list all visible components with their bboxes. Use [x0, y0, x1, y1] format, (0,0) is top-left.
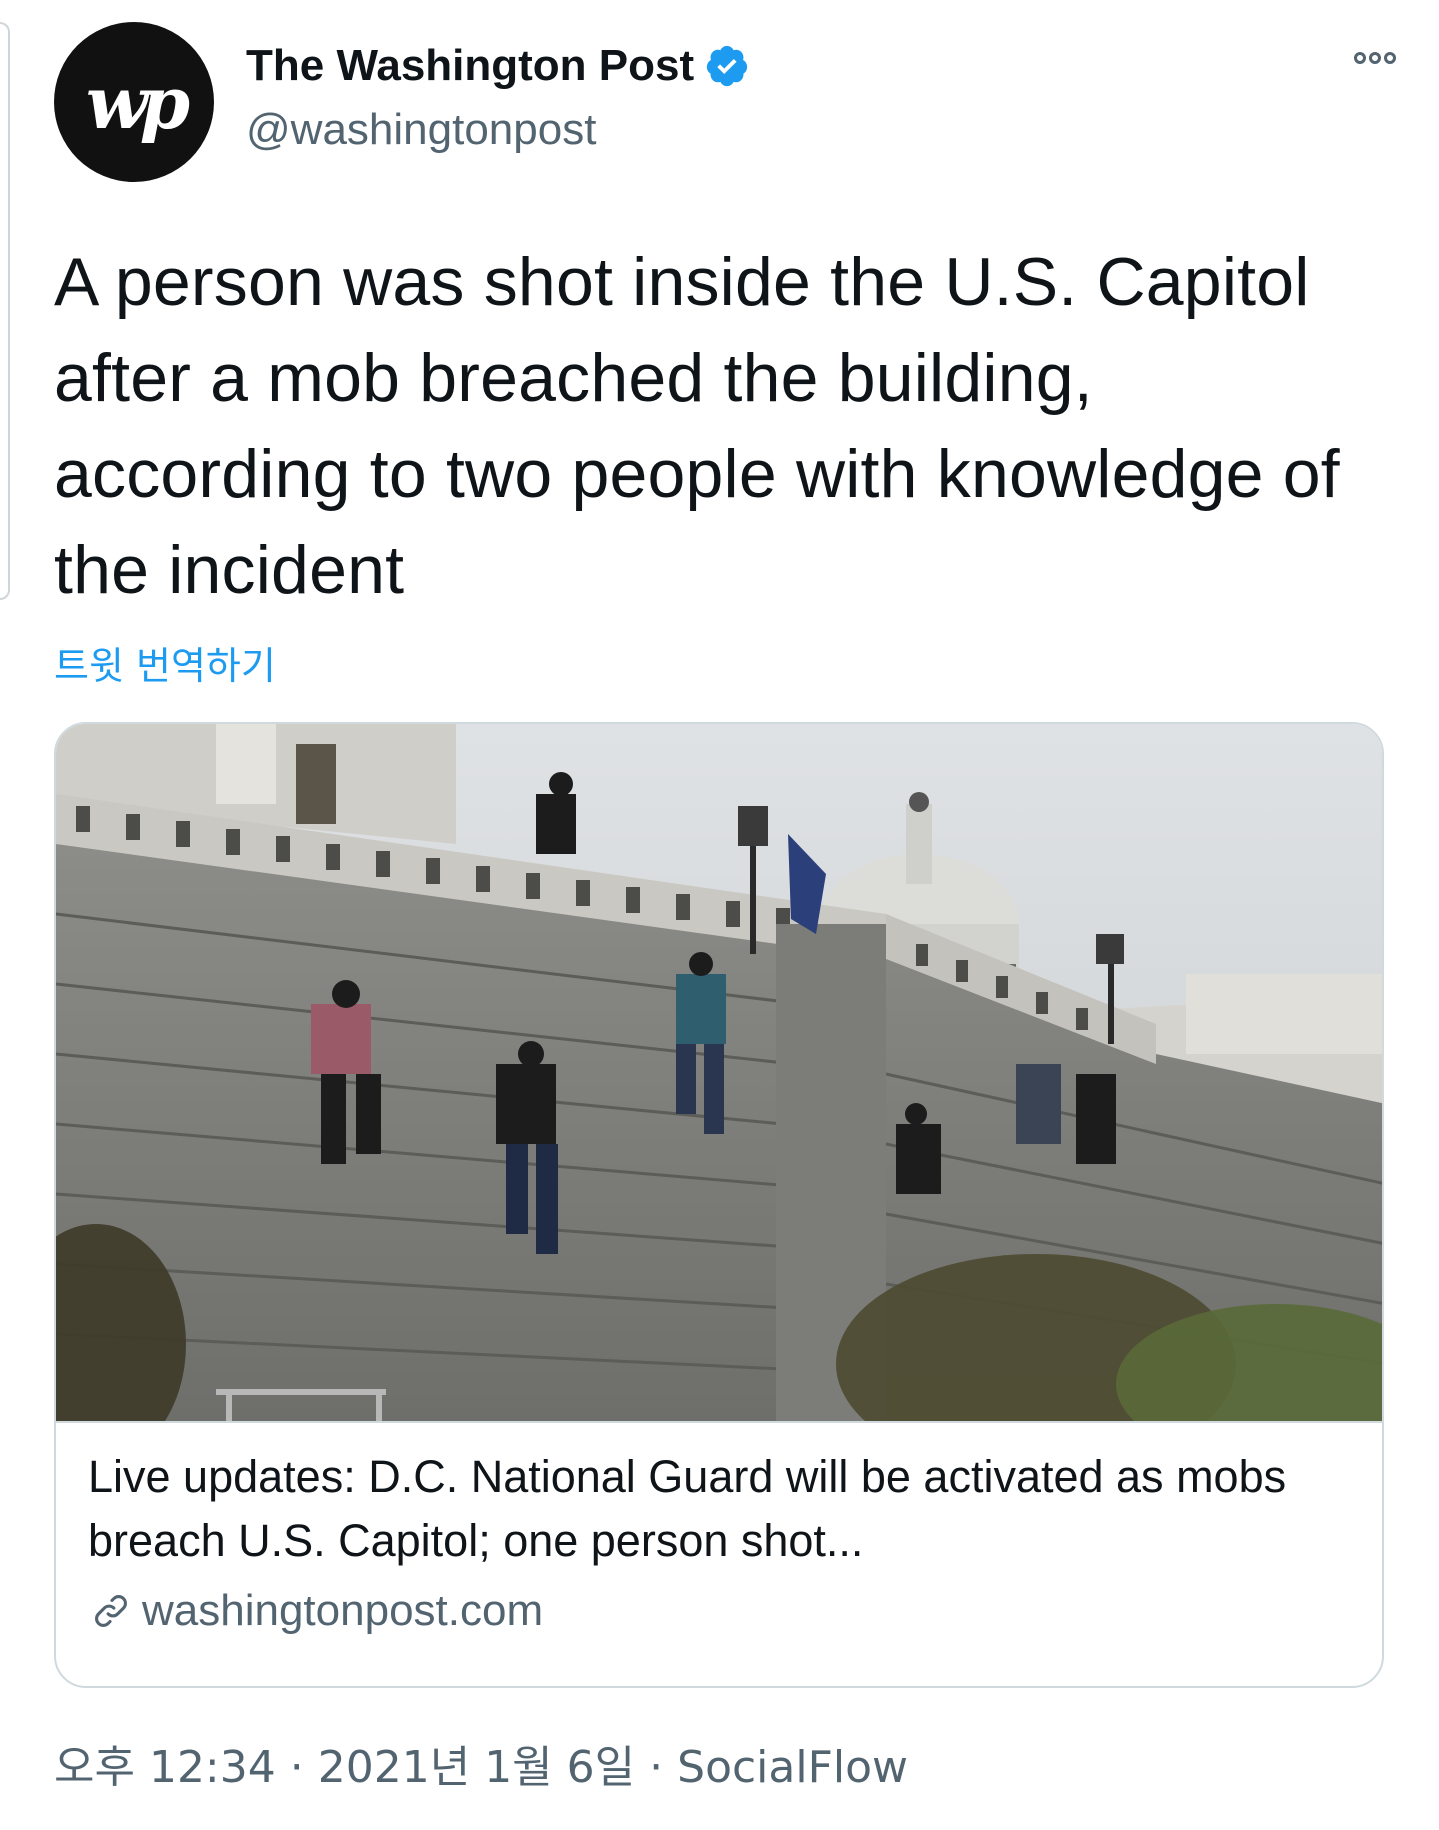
- avatar-logo: wp: [85, 59, 190, 145]
- author-info[interactable]: The Washington Post @washingtonpost: [246, 38, 750, 158]
- verified-badge-icon: [706, 45, 748, 87]
- link-card[interactable]: Live updates: D.C. National Guard will b…: [54, 722, 1384, 1688]
- more-dot: [1384, 52, 1396, 64]
- capitol-photo: [56, 724, 1382, 1421]
- card-body: Live updates: D.C. National Guard will b…: [56, 1423, 1382, 1639]
- tweet-header: wp The Washington Post @washingtonpost: [54, 0, 1396, 190]
- tweet-time[interactable]: 오후 12:34: [54, 1742, 276, 1793]
- more-dot: [1369, 52, 1381, 64]
- tweet-text: A person was shot inside the U.S. Capito…: [54, 244, 1340, 608]
- handle[interactable]: @washingtonpost: [246, 102, 750, 158]
- name-row: The Washington Post: [246, 38, 750, 94]
- left-scroll-rail: [0, 22, 10, 600]
- tweet-source[interactable]: SocialFlow: [677, 1742, 908, 1793]
- more-dot: [1354, 52, 1366, 64]
- tweet-meta: 오후 12:34 · 2021년 1월 6일 · SocialFlow: [54, 1738, 908, 1798]
- tweet: wp The Washington Post @washingtonpost A…: [54, 0, 1396, 1793]
- card-title[interactable]: Live updates: D.C. National Guard will b…: [88, 1445, 1350, 1573]
- card-image[interactable]: [56, 724, 1382, 1423]
- meta-separator: ·: [649, 1742, 664, 1793]
- link-icon: [95, 1595, 127, 1627]
- display-name[interactable]: The Washington Post: [246, 38, 694, 94]
- card-domain-row: washingtonpost.com: [88, 1583, 1350, 1639]
- avatar[interactable]: wp: [54, 22, 214, 182]
- more-options-icon[interactable]: [1354, 52, 1396, 64]
- card-domain: washingtonpost.com: [142, 1586, 544, 1635]
- translate-tweet-link[interactable]: 트윗 번역하기: [54, 640, 1384, 692]
- meta-separator: ·: [289, 1742, 304, 1793]
- tweet-date[interactable]: 2021년 1월 6일: [318, 1742, 635, 1793]
